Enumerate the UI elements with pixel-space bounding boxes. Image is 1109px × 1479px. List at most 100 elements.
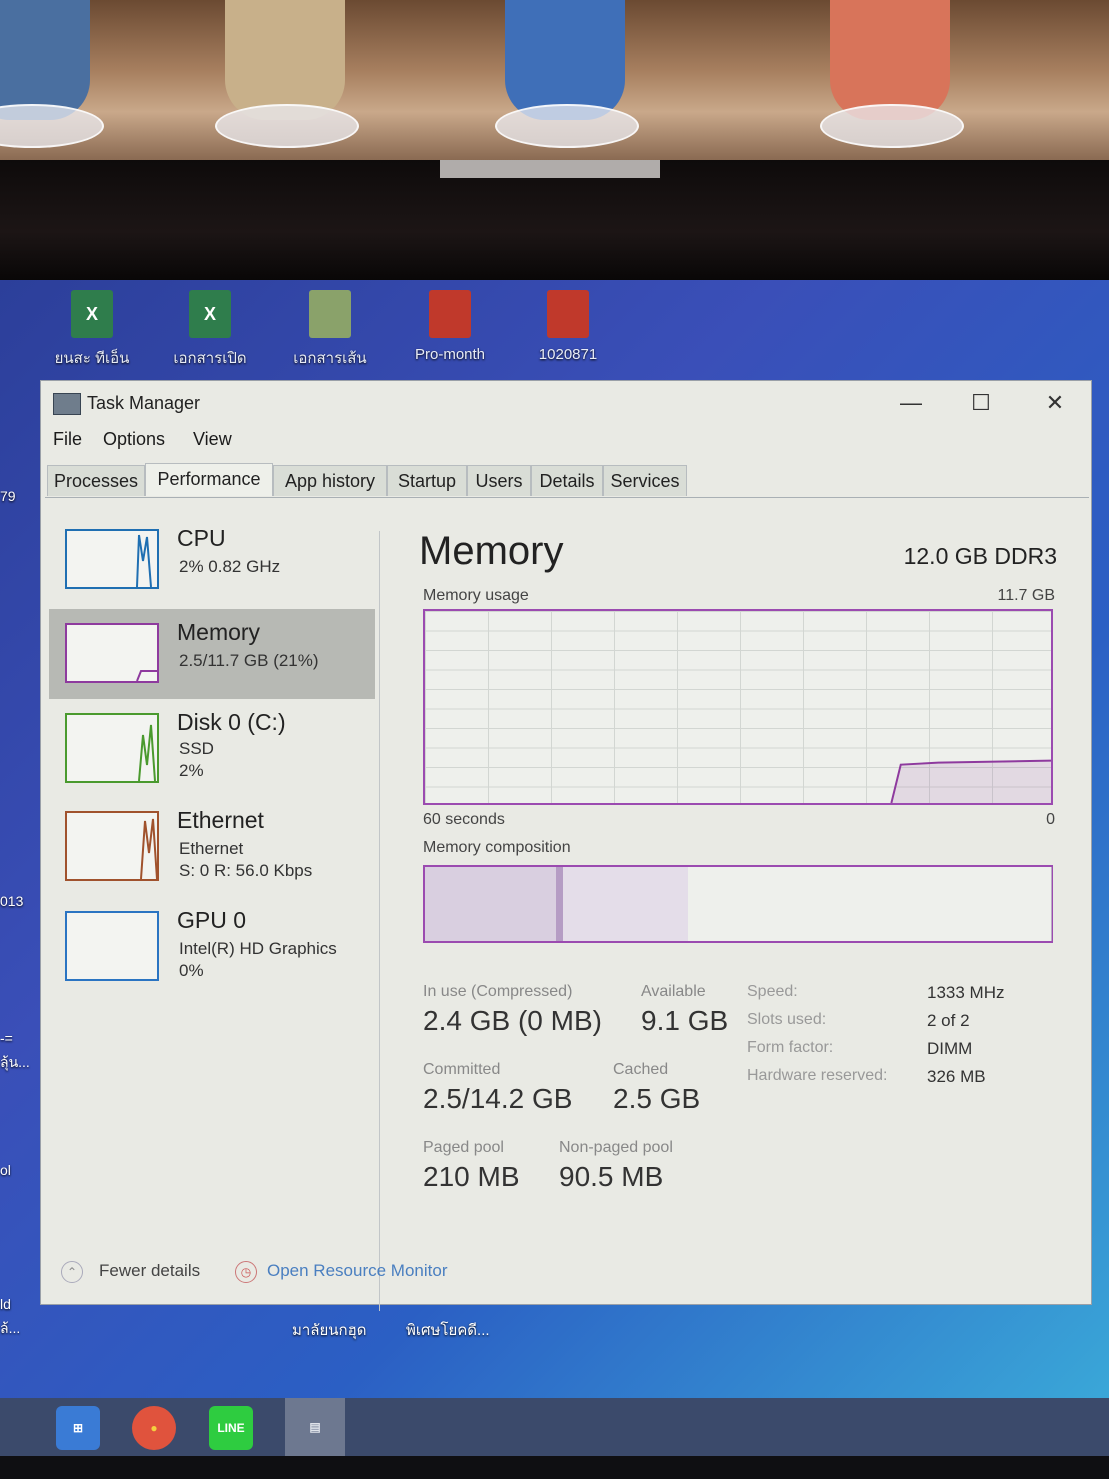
chrome-icon[interactable]: ●	[132, 1406, 176, 1450]
paged-pool-label: Paged pool	[423, 1139, 504, 1156]
store-icon[interactable]: ⊞	[56, 1406, 100, 1450]
sidebar-subtitle: SSD	[179, 739, 214, 758]
excel-icon: X	[71, 290, 113, 338]
spec-slots-value: 2 of 2	[927, 1011, 970, 1030]
pdf-icon	[429, 290, 471, 338]
desktop-icon-label: เอกสารเปิด	[173, 350, 247, 367]
memory-sparkline	[136, 670, 157, 681]
maximize-button[interactable]: ☐	[961, 389, 1001, 417]
tab-startup[interactable]: Startup	[387, 465, 467, 496]
window-title: Task Manager	[87, 393, 201, 413]
paged-pool-value: 210 MB	[423, 1161, 520, 1192]
sidebar-title: Disk 0 (C:)	[177, 709, 286, 735]
figurine	[820, 0, 964, 148]
figurine	[495, 0, 639, 148]
sidebar-title: Ethernet	[177, 807, 264, 833]
performance-sidebar: CPU 2% 0.82 GHz Memory 2.5/11.7 GB (21%)…	[49, 517, 375, 1017]
line-icon[interactable]: LINE	[209, 1406, 253, 1450]
sidebar-item-ethernet[interactable]: Ethernet Ethernet S: 0 R: 56.0 Kbps	[49, 801, 375, 891]
tab-users[interactable]: Users	[467, 465, 531, 496]
composition-segment-free	[687, 867, 1052, 941]
resource-monitor-icon: ◷	[235, 1261, 257, 1283]
task-manager-window: Task Manager — ☐ ✕ File Options View Pro…	[40, 380, 1092, 1311]
cached-label: Cached	[613, 1061, 669, 1078]
monitor-bottom-bezel	[0, 1456, 1109, 1479]
title-bar[interactable]: Task Manager — ☐ ✕	[41, 381, 1091, 425]
desktop-icon[interactable]: X เอกสารเปิด	[160, 290, 260, 370]
desktop-icon-label: 1020871	[538, 346, 598, 363]
sidebar-item-memory[interactable]: Memory 2.5/11.7 GB (21%)	[49, 609, 375, 699]
sidebar-title: CPU	[177, 525, 226, 551]
sidebar-subtitle: Intel(R) HD Graphics	[179, 939, 337, 958]
memory-usage-graph	[423, 609, 1053, 805]
disk-sparkline	[138, 724, 156, 781]
sidebar-item-cpu[interactable]: CPU 2% 0.82 GHz	[49, 517, 375, 607]
spec-form-factor-value: DIMM	[927, 1039, 973, 1058]
ethernet-thumbnail-graph	[65, 811, 159, 881]
gpu-thumbnail-graph	[65, 911, 159, 981]
memory-total-type: 12.0 GB DDR3	[903, 543, 1057, 569]
desktop-icon[interactable]: เอกสารเส้น	[280, 290, 380, 370]
composition-segment-in-use	[425, 867, 558, 941]
memory-heading: Memory	[419, 529, 564, 573]
spec-form-factor-label: Form factor:	[747, 1039, 834, 1056]
cpu-sparkline	[136, 534, 152, 587]
taskbar: ⊞ ● LINE ▤	[0, 1398, 1109, 1456]
menu-file[interactable]: File	[53, 429, 82, 450]
desktop-icon-label: Pro-month	[414, 346, 486, 363]
spec-hardware-reserved-label: Hardware reserved:	[747, 1067, 888, 1084]
memory-usage-area	[891, 760, 1051, 803]
open-resource-monitor-link[interactable]: Open Resource Monitor	[267, 1261, 447, 1281]
sidebar-item-gpu[interactable]: GPU 0 Intel(R) HD Graphics 0%	[49, 901, 375, 991]
sidebar-subtitle: 2%	[179, 761, 204, 780]
sidebar-item-disk[interactable]: Disk 0 (C:) SSD 2%	[49, 701, 375, 791]
menu-view[interactable]: View	[193, 429, 232, 450]
chevron-up-icon[interactable]: ⌃	[61, 1261, 83, 1283]
menu-options[interactable]: Options	[103, 429, 165, 450]
desktop-icon-label: ยนสะ ทีเอ็น	[54, 350, 130, 367]
desktop-icon[interactable]: Pro-month	[400, 290, 500, 363]
desktop-icon-label[interactable]: มาลัยนกฮุด	[292, 1318, 367, 1342]
tab-performance[interactable]: Performance	[145, 463, 273, 496]
desktop-icon[interactable]: 1020871	[518, 290, 618, 363]
figurine	[0, 0, 104, 148]
edge-desktop-label: 013	[0, 893, 24, 909]
sidebar-subtitle: 2% 0.82 GHz	[179, 557, 281, 576]
tab-details[interactable]: Details	[531, 465, 603, 496]
minimize-button[interactable]: —	[891, 389, 931, 417]
sidebar-subtitle: 0%	[179, 961, 204, 980]
in-use-label: In use (Compressed)	[423, 983, 573, 1000]
sidebar-subtitle: 2.5/11.7 GB (21%)	[179, 651, 319, 670]
monitor-bezel	[0, 160, 1109, 280]
committed-label: Committed	[423, 1061, 501, 1078]
desktop-icon[interactable]: X ยนสะ ทีเอ็น	[42, 290, 142, 370]
sidebar-title: Memory	[177, 619, 261, 645]
cached-value: 2.5 GB	[613, 1083, 701, 1114]
bezel-glare	[440, 160, 660, 178]
memory-usage-max: 11.7 GB	[997, 587, 1055, 604]
tab-services[interactable]: Services	[603, 465, 687, 496]
ethernet-sparkline	[140, 818, 157, 879]
memory-usage-label: Memory usage	[423, 587, 529, 604]
task-manager-taskbar-icon[interactable]: ▤	[285, 1398, 345, 1456]
spec-speed-value: 1333 MHz	[927, 983, 1005, 1002]
document-icon	[309, 290, 351, 338]
edge-desktop-label: ลุ้น...	[0, 1054, 30, 1070]
fewer-details-link[interactable]: Fewer details	[99, 1261, 200, 1281]
memory-composition-bar	[423, 865, 1053, 943]
tab-app-history[interactable]: App history	[273, 465, 387, 496]
time-axis-end: 0	[1046, 811, 1055, 828]
tab-processes[interactable]: Processes	[47, 465, 145, 496]
close-button[interactable]: ✕	[1035, 389, 1075, 417]
non-paged-pool-label: Non-paged pool	[559, 1139, 673, 1156]
desktop-icon-label[interactable]: พิเศษโยคดี...	[406, 1318, 490, 1342]
edge-desktop-label: ld	[0, 1296, 11, 1312]
sidebar-subtitle: S: 0 R: 56.0 Kbps	[179, 861, 313, 880]
memory-usage-line	[890, 759, 1052, 804]
edge-desktop-label: -=	[0, 1030, 13, 1046]
edge-desktop-label: ล้...	[0, 1320, 21, 1336]
figurine	[215, 0, 359, 148]
disk-thumbnail-graph	[65, 713, 159, 783]
spec-hardware-reserved-value: 326 MB	[927, 1067, 986, 1086]
available-value: 9.1 GB	[641, 1005, 729, 1036]
